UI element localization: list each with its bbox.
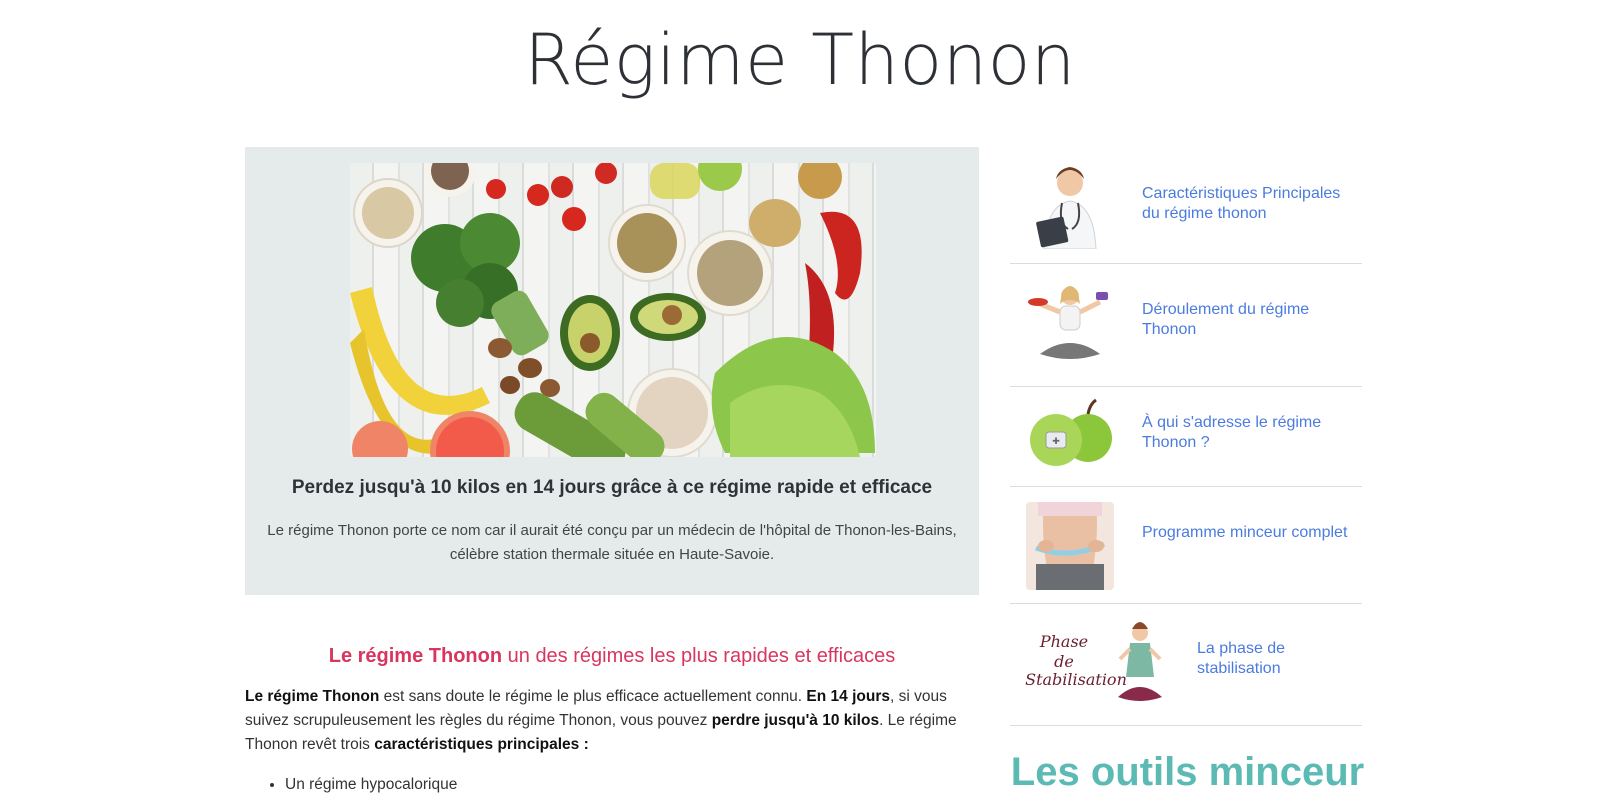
article-heading-rest: un des régimes les plus rapides et effic… <box>502 645 896 667</box>
article-heading-bold: Le régime Thonon <box>328 645 503 667</box>
sidebar-item-deroulement[interactable]: Déroulement du régime Thonon <box>1010 263 1362 387</box>
article-bold-3: perdre jusqu'à 10 kilos <box>711 712 880 729</box>
sidebar-link-stabilisation[interactable]: La phase de stabilisation <box>1197 639 1347 679</box>
sidebar-link-programme[interactable]: Programme minceur complet <box>1142 523 1352 543</box>
stabilisation-image-word-3: Stabilisation <box>1025 670 1127 689</box>
sidebar-item-a-qui[interactable]: ✚ À qui s'adresse le régime Thonon ? <box>1010 386 1362 487</box>
stabilisation-illustration[interactable]: Phase de Stabilisation <box>1022 617 1172 713</box>
article-text-1: est sans doute le régime le plus efficac… <box>379 688 807 705</box>
sidebar-link-caracteristiques[interactable]: Caractéristiques Principales du régime t… <box>1142 184 1352 224</box>
site-title: Régime Thonon <box>524 19 1076 101</box>
vegetables-feature-image <box>350 163 876 457</box>
svg-text:✚: ✚ <box>1052 437 1060 447</box>
sidebar-item-programme[interactable]: Programme minceur complet <box>1010 486 1362 604</box>
sidebar-item-stabilisation[interactable]: Phase de Stabilisation La phase de stabi… <box>1010 603 1362 726</box>
article-intro-paragraph: Le régime Thonon est sans doute le régim… <box>245 685 975 757</box>
article-bold-1: Le régime Thonon <box>245 688 380 705</box>
waist-measure-thumbnail[interactable] <box>1026 502 1114 590</box>
list-item: Un régime hypocalorique <box>285 773 457 797</box>
feature-description: Le régime Thonon porte ce nom car il aur… <box>267 522 957 563</box>
sidebar-link-a-qui[interactable]: À qui s'adresse le régime Thonon ? <box>1142 413 1352 453</box>
article-heading: Le régime Thonon un des régimes les plus… <box>245 645 979 668</box>
yoga-woman-thumbnail[interactable] <box>1026 280 1114 368</box>
sidebar-item-caracteristiques[interactable]: Caractéristiques Principales du régime t… <box>1010 147 1362 264</box>
doctor-thumbnail[interactable] <box>1026 161 1114 249</box>
stabilisation-image-word-2: de <box>1054 652 1074 671</box>
sidebar-link-deroulement[interactable]: Déroulement du régime Thonon <box>1142 300 1352 340</box>
featured-card: Perdez jusqu'à 10 kilos en 14 jours grâc… <box>245 147 979 595</box>
article-bold-4: caractéristiques principales : <box>374 736 589 753</box>
article-bold-2: En 14 jours <box>806 688 890 705</box>
apples-thumbnail[interactable]: ✚ <box>1026 392 1114 480</box>
feature-headline: Perdez jusqu'à 10 kilos en 14 jours grâc… <box>291 477 933 498</box>
characteristics-list: Un régime hypocalorique <box>245 773 457 797</box>
stabilisation-image-word-1: Phase <box>1039 632 1088 651</box>
